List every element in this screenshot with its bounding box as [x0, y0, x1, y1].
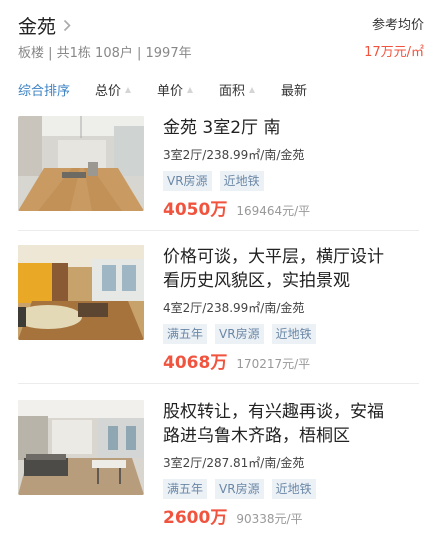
- sort-label: 面积: [219, 84, 246, 99]
- sort-arrow-icon: [249, 86, 256, 93]
- listing-total-price: 2600万: [163, 508, 228, 528]
- listing-photo: [18, 400, 144, 495]
- sort-area[interactable]: 面积: [219, 80, 256, 99]
- listing-tag: VR房源: [215, 324, 264, 344]
- listing-meta: 3室2厅/238.99㎡/南/金苑: [163, 148, 305, 162]
- community-title-link[interactable]: 金苑: [18, 12, 71, 39]
- sort-bar: 综合排序 总价 单价 面积 最新: [0, 70, 437, 108]
- sort-unit-price[interactable]: 单价: [157, 80, 194, 99]
- listing-tag: VR房源: [163, 171, 212, 191]
- sort-arrow-icon: [187, 86, 194, 93]
- community-info: 板楼 | 共1栋 108户 | 1997年: [18, 46, 192, 61]
- listing-unit-price: 169464元/平: [236, 204, 311, 218]
- listing-title-line: 看历史风貌区，实拍景观: [163, 271, 350, 291]
- community-header: 金苑 板楼 | 共1栋 108户 | 1997年 参考均价 17万元/㎡: [0, 0, 437, 70]
- listing-divider: [18, 230, 419, 231]
- listing-title: 金苑 3室2厅 南: [163, 118, 281, 138]
- listing-photo: [18, 245, 144, 340]
- listing-card[interactable]: 股权转让，有兴趣再谈，安福 路进乌鲁木齐路，梧桐区 3室2厅/287.81㎡/南…: [0, 400, 437, 530]
- listing-photo: [18, 116, 144, 211]
- listing-tag: 近地铁: [271, 324, 316, 344]
- sort-newest[interactable]: 最新: [281, 80, 307, 99]
- sort-label: 综合排序: [18, 84, 71, 99]
- sort-label: 单价: [157, 84, 184, 99]
- chevron-right-icon: [63, 17, 71, 36]
- sort-label: 总价: [95, 84, 122, 99]
- listing-meta: 3室2厅/287.81㎡/南/金苑: [163, 456, 305, 470]
- listing-card[interactable]: 价格可谈，大平层，横厅设计 看历史风貌区，实拍景观 4室2厅/238.99㎡/南…: [0, 245, 437, 375]
- listing-title-line: 路进乌鲁木齐路，梧桐区: [163, 426, 350, 446]
- listing-unit-price: 90338元/平: [236, 512, 303, 526]
- listing-total-price: 4068万: [163, 353, 228, 373]
- listing-meta: 4室2厅/238.99㎡/南/金苑: [163, 301, 305, 315]
- community-name: 金苑: [18, 16, 57, 38]
- listing-title-line: 股权转让，有兴趣再谈，安福: [163, 402, 384, 422]
- listing-tag: 满五年: [163, 479, 208, 499]
- listing-unit-price: 170217元/平: [236, 357, 311, 371]
- sort-arrow-icon: [125, 86, 132, 93]
- reference-price-value: 17万元/㎡: [364, 45, 424, 60]
- reference-price-label: 参考均价: [371, 18, 424, 33]
- listing-total-price: 4050万: [163, 200, 228, 220]
- listing-tag: 满五年: [163, 324, 208, 344]
- listing-tag: VR房源: [215, 479, 264, 499]
- listing-tag: 近地铁: [219, 171, 264, 191]
- listing-tag: 近地铁: [271, 479, 316, 499]
- sort-label: 最新: [281, 84, 308, 99]
- listing-title-line: 价格可谈，大平层，横厅设计: [163, 247, 384, 267]
- listing-divider: [18, 383, 419, 384]
- sort-total-price[interactable]: 总价: [95, 80, 132, 99]
- listing-card[interactable]: 金苑 3室2厅 南 3室2厅/238.99㎡/南/金苑 VR房源 近地铁 405…: [0, 116, 437, 246]
- sort-comprehensive[interactable]: 综合排序: [18, 80, 70, 99]
